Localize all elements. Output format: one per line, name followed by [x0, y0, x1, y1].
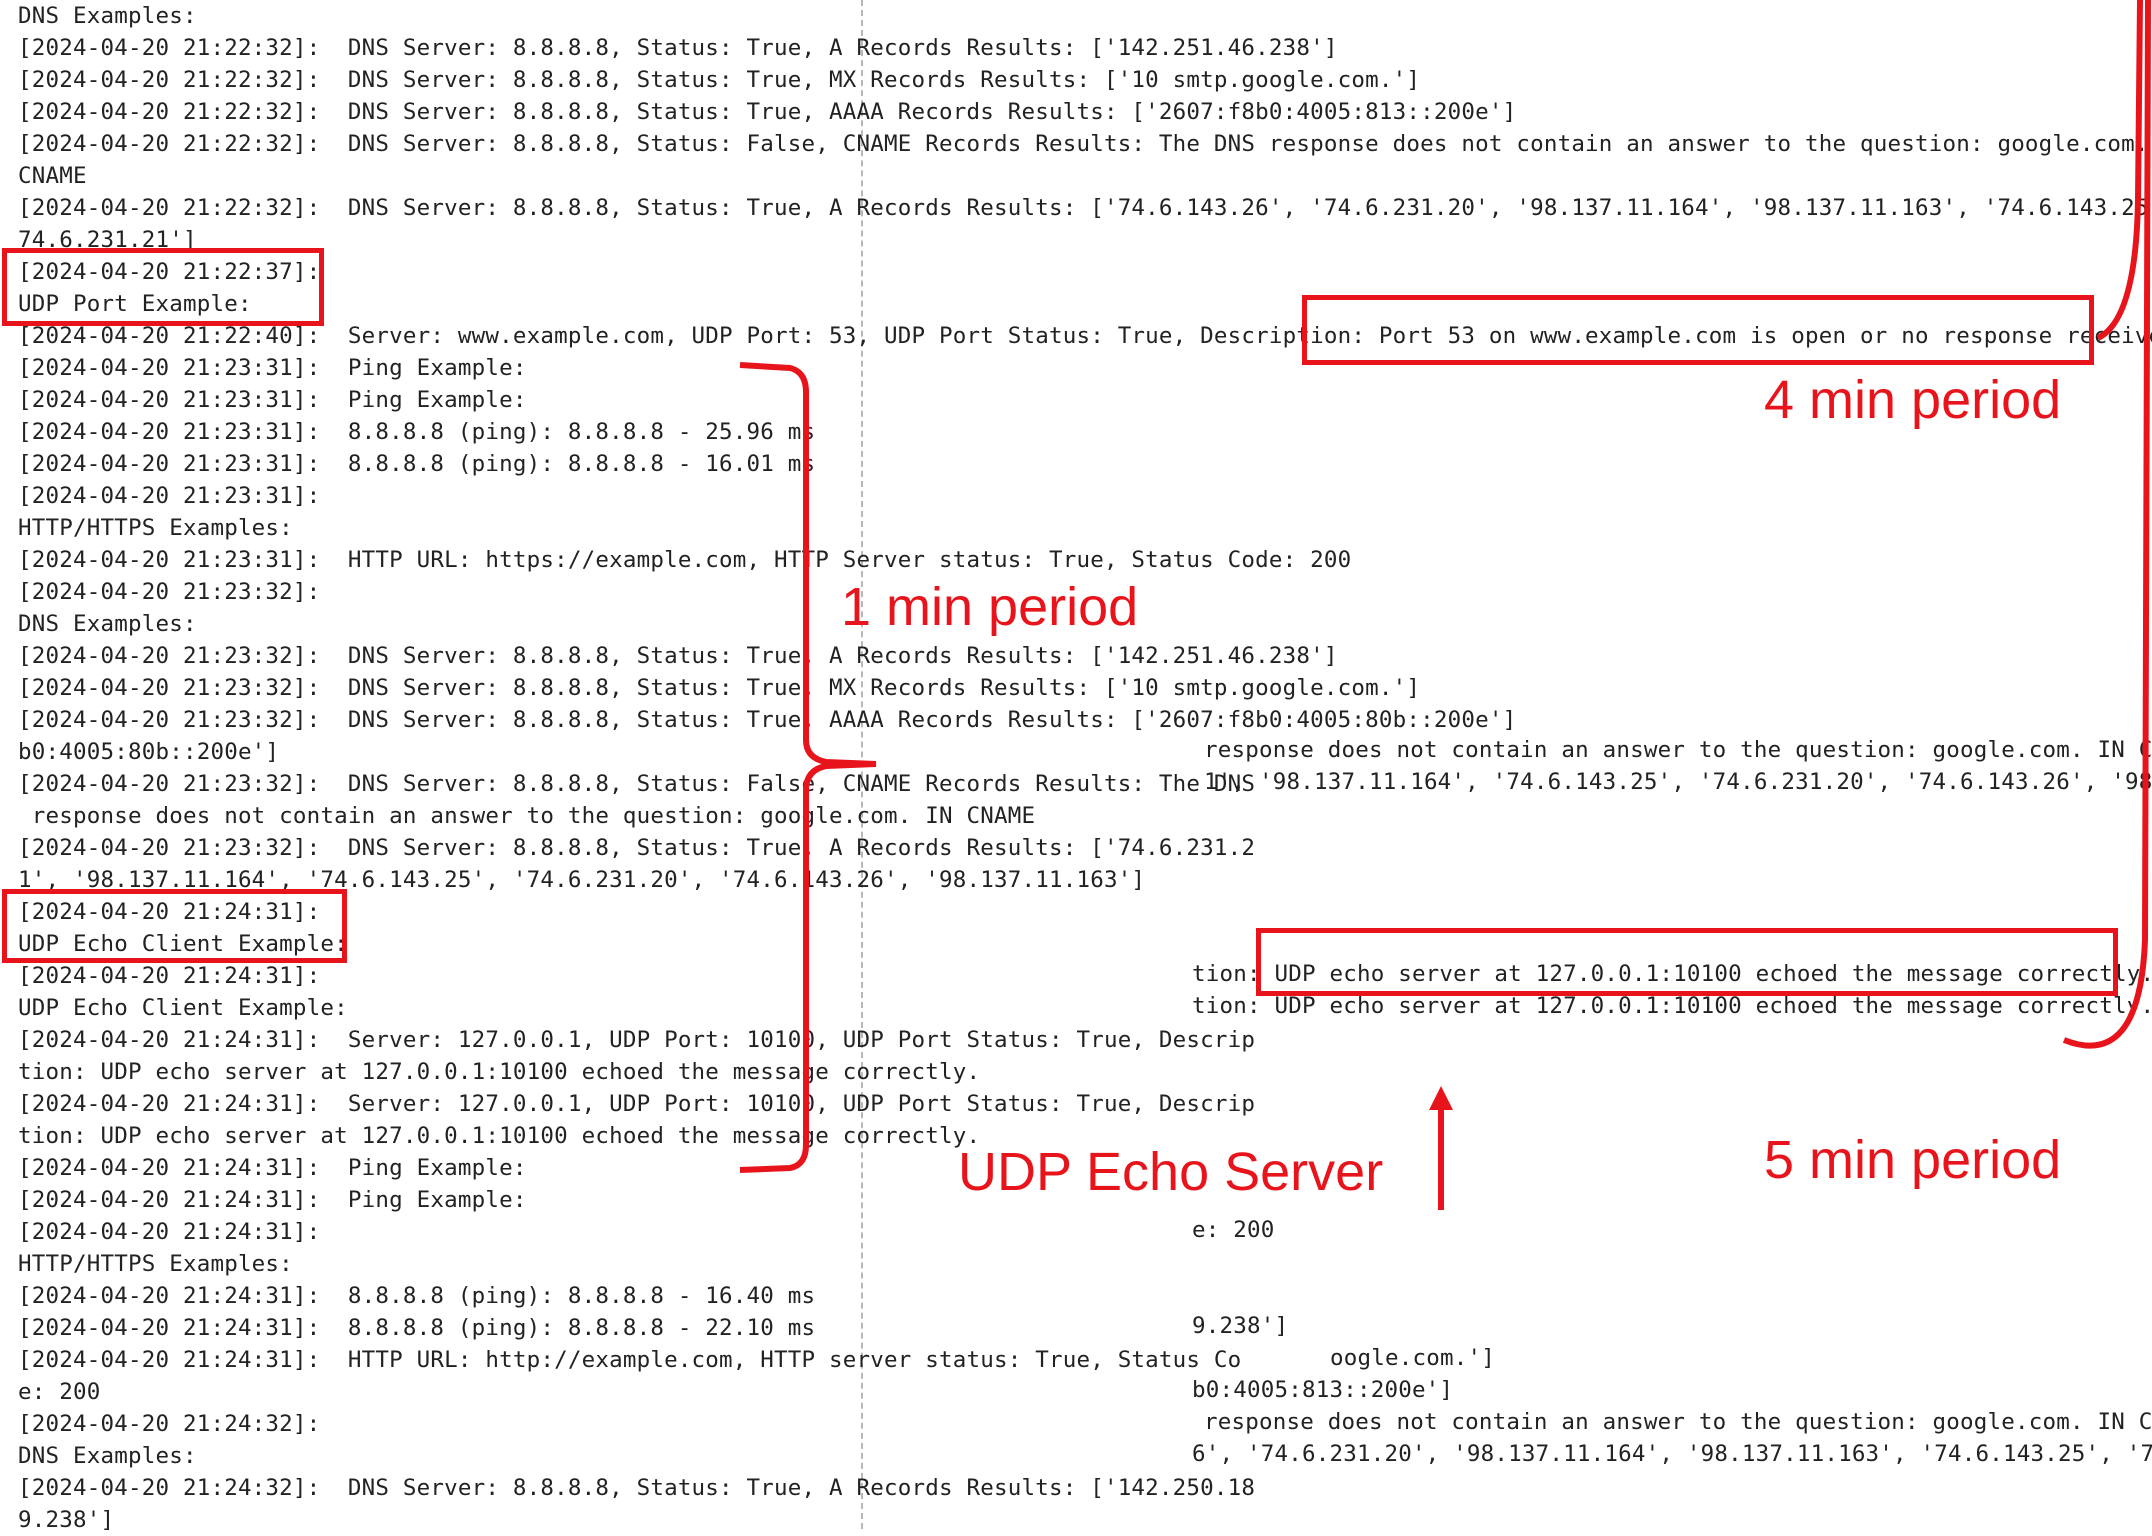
udp-echo-arrow-head: [1429, 1086, 1453, 1110]
one-min-brace: [739, 362, 877, 1173]
annotation-overlay: [739, 0, 2151, 1210]
four-min-arc: [2096, 0, 2143, 341]
five-min-arc: [2062, 0, 2151, 1049]
